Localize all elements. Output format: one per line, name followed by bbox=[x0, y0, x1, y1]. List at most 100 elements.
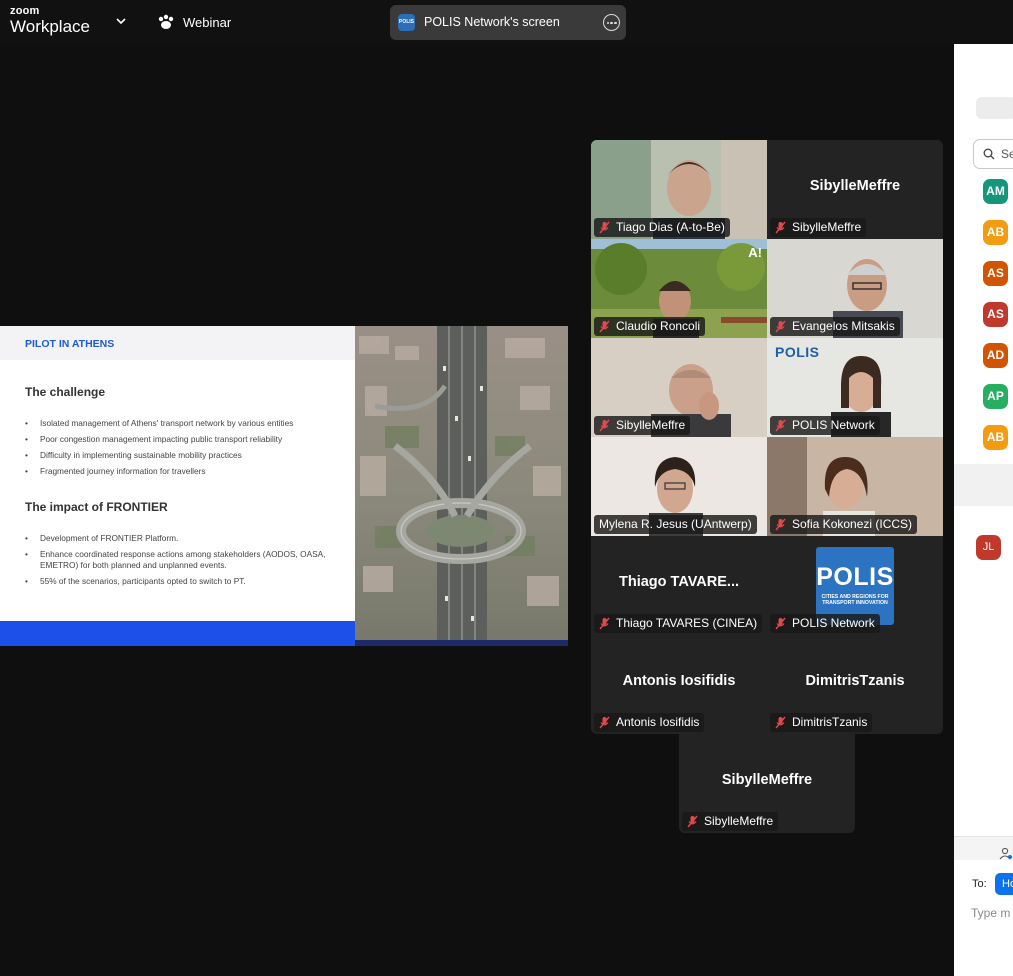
webinar-label: Webinar bbox=[183, 14, 232, 30]
slide-text-area: PILOT IN ATHENS The challenge Isolated m… bbox=[0, 326, 355, 646]
list-item: Poor congestion management impacting pub… bbox=[25, 434, 345, 445]
avatar[interactable]: AD bbox=[983, 343, 1008, 368]
participant-tile[interactable]: Tiago Dias (A-to-Be) bbox=[591, 140, 767, 239]
more-options-icon[interactable] bbox=[603, 14, 620, 31]
participant-tile[interactable]: Evangelos Mitsakis bbox=[767, 239, 943, 338]
webinar-button[interactable]: Webinar bbox=[157, 12, 231, 32]
video-gallery: Tiago Dias (A-to-Be) SibylleMeffre Sibyl… bbox=[591, 140, 943, 734]
polis-logo-text: POLIS bbox=[816, 563, 894, 591]
participant-tile-active-speaker[interactable]: Mylena R. Jesus (UAntwerp) bbox=[591, 437, 767, 536]
panel-tab[interactable] bbox=[976, 97, 1013, 119]
participant-tile[interactable]: DimitrisTzanis DimitrisTzanis bbox=[767, 635, 943, 734]
avatar[interactable]: AP bbox=[983, 384, 1008, 409]
participant-name: Sofia Kokonezi (ICCS) bbox=[792, 517, 913, 531]
participant-name-label: SibylleMeffre bbox=[682, 812, 779, 831]
polis-logo-icon: POLIS bbox=[398, 14, 415, 31]
zoom-window: { "app": { "logo_top": "zoom", "logo_bot… bbox=[0, 0, 1013, 976]
slide-footer-bar bbox=[0, 621, 355, 646]
participant-name-label: Antonis Iosifidis bbox=[594, 713, 705, 732]
participant-name: SibylleMeffre bbox=[704, 814, 774, 828]
list-item: Development of FRONTIER Platform. bbox=[25, 533, 345, 544]
participant-tile[interactable]: A! Claudio Roncoli bbox=[591, 239, 767, 338]
participant-tile[interactable]: Sofia Kokonezi (ICCS) bbox=[767, 437, 943, 536]
participant-name-label: DimitrisTzanis bbox=[770, 713, 873, 732]
participant-search-input[interactable]: Se bbox=[973, 139, 1013, 169]
participant-name: Tiago Dias (A-to-Be) bbox=[616, 220, 725, 234]
participant-tile[interactable]: SibylleMeffre SibylleMeffre bbox=[767, 140, 943, 239]
participant-name-label: Evangelos Mitsakis bbox=[770, 317, 900, 336]
participant-name-label: Sofia Kokonezi (ICCS) bbox=[770, 515, 918, 534]
participants-chat-panel: Se AM AB AS AS AD AP AB JL To: Ho Type m bbox=[954, 44, 1013, 976]
zoom-workplace-logo: zoom Workplace bbox=[10, 5, 90, 36]
participant-tile[interactable]: Thiago TAVARE... Thiago TAVARES (CINEA) bbox=[591, 536, 767, 635]
participant-tile[interactable]: Antonis Iosifidis Antonis Iosifidis bbox=[591, 635, 767, 734]
participant-name: Antonis Iosifidis bbox=[616, 715, 700, 729]
challenge-heading: The challenge bbox=[25, 385, 106, 399]
participant-name-label: Mylena R. Jesus (UAntwerp) bbox=[594, 515, 757, 534]
mic-muted-icon bbox=[775, 716, 786, 729]
participant-name: Thiago TAVARES (CINEA) bbox=[616, 616, 758, 630]
avatar[interactable]: AS bbox=[983, 302, 1008, 327]
mic-muted-icon bbox=[599, 716, 610, 729]
screen-share-indicator[interactable]: POLIS POLIS Network's screen bbox=[390, 5, 626, 40]
avatar[interactable]: AB bbox=[983, 425, 1008, 450]
top-bar: zoom Workplace Webinar POLIS POLIS Netwo… bbox=[0, 0, 1013, 44]
mic-muted-icon bbox=[599, 617, 610, 630]
participant-tile[interactable]: POLIS CITIES AND REGIONS FOR TRANSPORT I… bbox=[767, 536, 943, 635]
chat-recipient-button[interactable]: Ho bbox=[995, 873, 1013, 895]
mic-muted-icon bbox=[775, 419, 786, 432]
chat-message-input[interactable]: Type m bbox=[971, 906, 1010, 920]
mic-muted-icon bbox=[775, 518, 786, 531]
share-label: POLIS Network's screen bbox=[424, 15, 560, 29]
participant-name: POLIS Network bbox=[792, 616, 875, 630]
person-icon[interactable] bbox=[999, 847, 1013, 861]
participant-name: SibylleMeffre bbox=[616, 418, 686, 432]
tile-badge: A! bbox=[748, 245, 762, 260]
mic-muted-icon bbox=[775, 617, 786, 630]
participant-display-name: SibylleMeffre bbox=[721, 772, 813, 788]
avatar[interactable]: AS bbox=[983, 261, 1008, 286]
chat-avatar[interactable]: JL bbox=[976, 535, 1001, 560]
paw-icon bbox=[158, 14, 174, 29]
participant-name: Evangelos Mitsakis bbox=[792, 319, 895, 333]
shared-screen: PILOT IN ATHENS The challenge Isolated m… bbox=[0, 326, 568, 646]
list-item: Difficulty in implementing sustainable m… bbox=[25, 450, 345, 461]
participant-name-label: Claudio Roncoli bbox=[594, 317, 706, 336]
mic-muted-icon bbox=[599, 320, 610, 333]
mic-muted-icon bbox=[775, 320, 786, 333]
panel-divider bbox=[954, 464, 1013, 506]
list-item: Isolated management of Athens' transport… bbox=[25, 418, 345, 429]
polis-logo: POLIS bbox=[775, 344, 820, 360]
participant-name-label: Tiago Dias (A-to-Be) bbox=[594, 218, 730, 237]
chat-to-label: To: bbox=[972, 878, 987, 890]
participant-name-label: Thiago TAVARES (CINEA) bbox=[594, 614, 763, 633]
participant-name: SibylleMeffre bbox=[792, 220, 862, 234]
participant-display-name: DimitrisTzanis bbox=[805, 673, 905, 689]
avatar[interactable]: AB bbox=[983, 220, 1008, 245]
list-item: 55% of the scenarios, participants opted… bbox=[25, 576, 345, 587]
impact-list: Development of FRONTIER Platform. Enhanc… bbox=[25, 533, 345, 592]
logo-zoom-text: zoom bbox=[10, 5, 40, 17]
avatar[interactable]: AM bbox=[983, 179, 1008, 204]
mic-muted-icon bbox=[599, 419, 610, 432]
impact-heading: The impact of FRONTIER bbox=[25, 500, 168, 514]
list-item: Enhance coordinated response actions amo… bbox=[25, 549, 345, 570]
participant-name-label: POLIS Network bbox=[770, 416, 880, 435]
participant-display-name: Antonis Iosifidis bbox=[622, 673, 736, 689]
mic-muted-icon bbox=[687, 815, 698, 828]
mic-muted-icon bbox=[599, 221, 610, 234]
participant-tile[interactable]: SibylleMeffre bbox=[591, 338, 767, 437]
participant-name-label: SibylleMeffre bbox=[770, 218, 867, 237]
challenge-list: Isolated management of Athens' transport… bbox=[25, 418, 345, 482]
participant-name: Mylena R. Jesus (UAntwerp) bbox=[599, 517, 752, 531]
participant-display-name: Thiago TAVARE... bbox=[618, 574, 740, 590]
search-placeholder: Se bbox=[1001, 147, 1013, 161]
mic-muted-icon bbox=[775, 221, 786, 234]
participant-tile[interactable]: SibylleMeffre SibylleMeffre bbox=[679, 734, 855, 833]
logo-workplace-text: Workplace bbox=[10, 17, 90, 36]
chevron-down-icon[interactable] bbox=[114, 14, 128, 28]
list-item: Fragmented journey information for trave… bbox=[25, 466, 345, 477]
participant-name-label: SibylleMeffre bbox=[594, 416, 691, 435]
participant-name: Claudio Roncoli bbox=[616, 319, 701, 333]
participant-tile[interactable]: POLIS POLIS Network bbox=[767, 338, 943, 437]
